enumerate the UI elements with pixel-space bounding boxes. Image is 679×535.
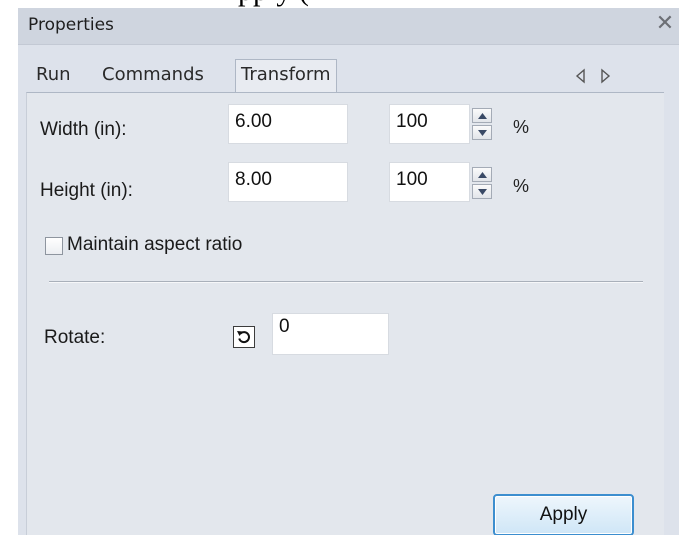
width-percent-input[interactable]: 100	[389, 104, 470, 144]
spin-up-icon[interactable]	[472, 167, 492, 182]
tab-commands[interactable]: Commands	[100, 60, 206, 92]
section-divider	[49, 281, 643, 283]
panel-titlebar: Properties ✕	[18, 8, 679, 45]
spin-down-icon[interactable]	[472, 125, 492, 140]
background-document-strip: pply (	[0, 0, 679, 8]
height-percent-unit: %	[513, 176, 530, 196]
height-percent-input[interactable]: 100	[389, 162, 470, 202]
height-input[interactable]: 8.00	[228, 162, 348, 202]
properties-panel: Properties ✕ Run Commands Transform Widt…	[18, 8, 679, 535]
rotate-ccw-icon[interactable]	[233, 326, 255, 348]
height-percent-stepper[interactable]	[472, 167, 492, 199]
tab-transform[interactable]: Transform	[235, 59, 337, 93]
height-label: Height (in):	[40, 180, 133, 201]
width-percent-unit: %	[513, 117, 530, 137]
spin-up-icon[interactable]	[472, 108, 492, 123]
tab-run[interactable]: Run	[34, 60, 73, 92]
screen: pply ( Properties ✕ Run Commands Transfo…	[0, 0, 679, 535]
transform-tab-content: Width (in): 6.00 100 % Height (in): 8.00…	[26, 92, 664, 535]
apply-button[interactable]: Apply	[493, 494, 634, 535]
maintain-aspect-label[interactable]: Maintain aspect ratio	[67, 234, 242, 256]
tab-strip: Run Commands Transform	[18, 54, 679, 94]
rotate-input[interactable]: 0	[272, 313, 389, 355]
width-percent-stepper[interactable]	[472, 108, 492, 140]
panel-title: Properties	[28, 15, 114, 35]
triangle-left-icon[interactable]	[574, 68, 590, 86]
triangle-right-icon[interactable]	[598, 68, 614, 86]
background-document-text: pply (	[238, 0, 309, 8]
close-icon[interactable]: ✕	[653, 11, 677, 37]
rotate-label: Rotate:	[44, 327, 106, 348]
spin-down-icon[interactable]	[472, 184, 492, 199]
maintain-aspect-checkbox[interactable]	[45, 237, 63, 255]
width-label: Width (in):	[40, 119, 127, 140]
width-input[interactable]: 6.00	[228, 104, 348, 144]
